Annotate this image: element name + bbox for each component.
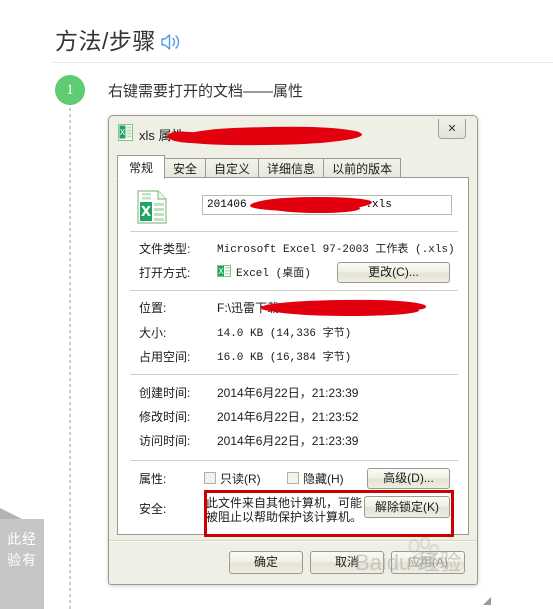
svg-text:X: X: [218, 267, 224, 276]
row-location-label: 位置:: [139, 301, 167, 315]
dialog-title-bar: X xls 属性 ✕: [109, 116, 477, 148]
row-size-on-disk-label: 占用空间:: [139, 350, 191, 364]
advanced-button[interactable]: 高级(D)...: [367, 468, 450, 489]
ok-button[interactable]: 确定: [229, 551, 303, 574]
step-description: 右键需要打开的文档——属性: [108, 83, 304, 100]
file-properties-dialog: X xls 属性 ✕ 常规 安全 自定义 详细信息 以前的版本 X 201406…: [108, 115, 478, 585]
side-tab-feedback[interactable]: 此经验有: [0, 519, 44, 609]
row-created-value: 2014年6月22日，21:23:39: [217, 386, 359, 400]
page-root: 方法/步骤 1 右键需要打开的文档——属性 此经验有 X xls 属性 ✕ 常规…: [0, 0, 553, 609]
step-connector-line: [69, 108, 71, 609]
dialog-title: xls 属性: [139, 125, 363, 147]
row-created-label: 创建时间:: [139, 386, 191, 400]
divider-4: [130, 460, 458, 462]
row-attributes-label: 属性:: [139, 472, 167, 486]
file-name-prefix: 201406: [207, 199, 247, 211]
row-file-type-label: 文件类型:: [139, 242, 191, 256]
row-modified-value: 2014年6月22日，21:23:52: [217, 410, 359, 424]
resize-corner-icon: [482, 593, 492, 605]
excel-file-icon: X: [118, 124, 133, 141]
redaction-mark-title: [176, 125, 363, 147]
row-size-label: 大小:: [139, 326, 167, 340]
tab-details[interactable]: 详细信息: [258, 158, 325, 179]
readonly-checkbox[interactable]: [204, 472, 216, 484]
tab-custom[interactable]: 自定义: [205, 158, 260, 179]
divider-3: [130, 374, 458, 376]
title-divider: [52, 62, 553, 63]
divider-1: [130, 231, 458, 233]
embedded-screenshot: X xls 属性 ✕ 常规 安全 自定义 详细信息 以前的版本 X 201406…: [96, 108, 553, 609]
hidden-checkbox[interactable]: [287, 472, 299, 484]
file-name-input[interactable]: 201406xxxxxxxxxxxxxxxxxx.xls: [202, 195, 452, 215]
step-number-badge: 1: [55, 75, 85, 105]
row-accessed-label: 访问时间:: [139, 434, 191, 448]
tab-previous-versions[interactable]: 以前的版本: [323, 158, 402, 179]
redaction-mark-location: [260, 299, 427, 315]
speaker-icon[interactable]: [160, 30, 182, 57]
excel-document-icon: X: [137, 190, 167, 224]
tab-panel-general: X 201406xxxxxxxxxxxxxxxxxx.xls: [117, 177, 469, 537]
svg-text:X: X: [141, 205, 151, 220]
security-highlight-box: [204, 490, 454, 537]
page-title: 方法/步骤: [55, 22, 182, 57]
row-opens-with-label: 打开方式:: [139, 266, 191, 280]
footer-divider: [109, 540, 477, 542]
excel-app-icon: X: [217, 264, 231, 278]
tab-strip: 常规 安全 自定义 详细信息 以前的版本: [117, 155, 402, 179]
change-button[interactable]: 更改(C)...: [337, 262, 450, 283]
row-security-label: 安全:: [139, 502, 167, 516]
svg-text:X: X: [120, 128, 126, 137]
row-size-value: 14.0 KB (14,336 字节): [217, 328, 352, 340]
tab-general[interactable]: 常规: [117, 155, 166, 179]
row-modified-label: 修改时间:: [139, 410, 191, 424]
divider-2: [130, 290, 458, 292]
hidden-label[interactable]: 隐藏(H): [303, 470, 344, 487]
tab-security[interactable]: 安全: [164, 158, 207, 179]
row-file-type-value: Microsoft Excel 97-2003 工作表 (.xls): [217, 244, 455, 256]
readonly-label[interactable]: 只读(R): [220, 470, 261, 487]
close-button[interactable]: ✕: [438, 119, 466, 139]
row-size-on-disk-value: 16.0 KB (16,384 字节): [217, 352, 352, 364]
apply-button[interactable]: 应用(A): [391, 551, 465, 574]
page-title-text: 方法/步骤: [55, 28, 156, 54]
row-opens-with-value: Excel (桌面): [236, 268, 311, 280]
row-accessed-value: 2014年6月22日，21:23:39: [217, 434, 359, 448]
cancel-button[interactable]: 取消: [310, 551, 384, 574]
